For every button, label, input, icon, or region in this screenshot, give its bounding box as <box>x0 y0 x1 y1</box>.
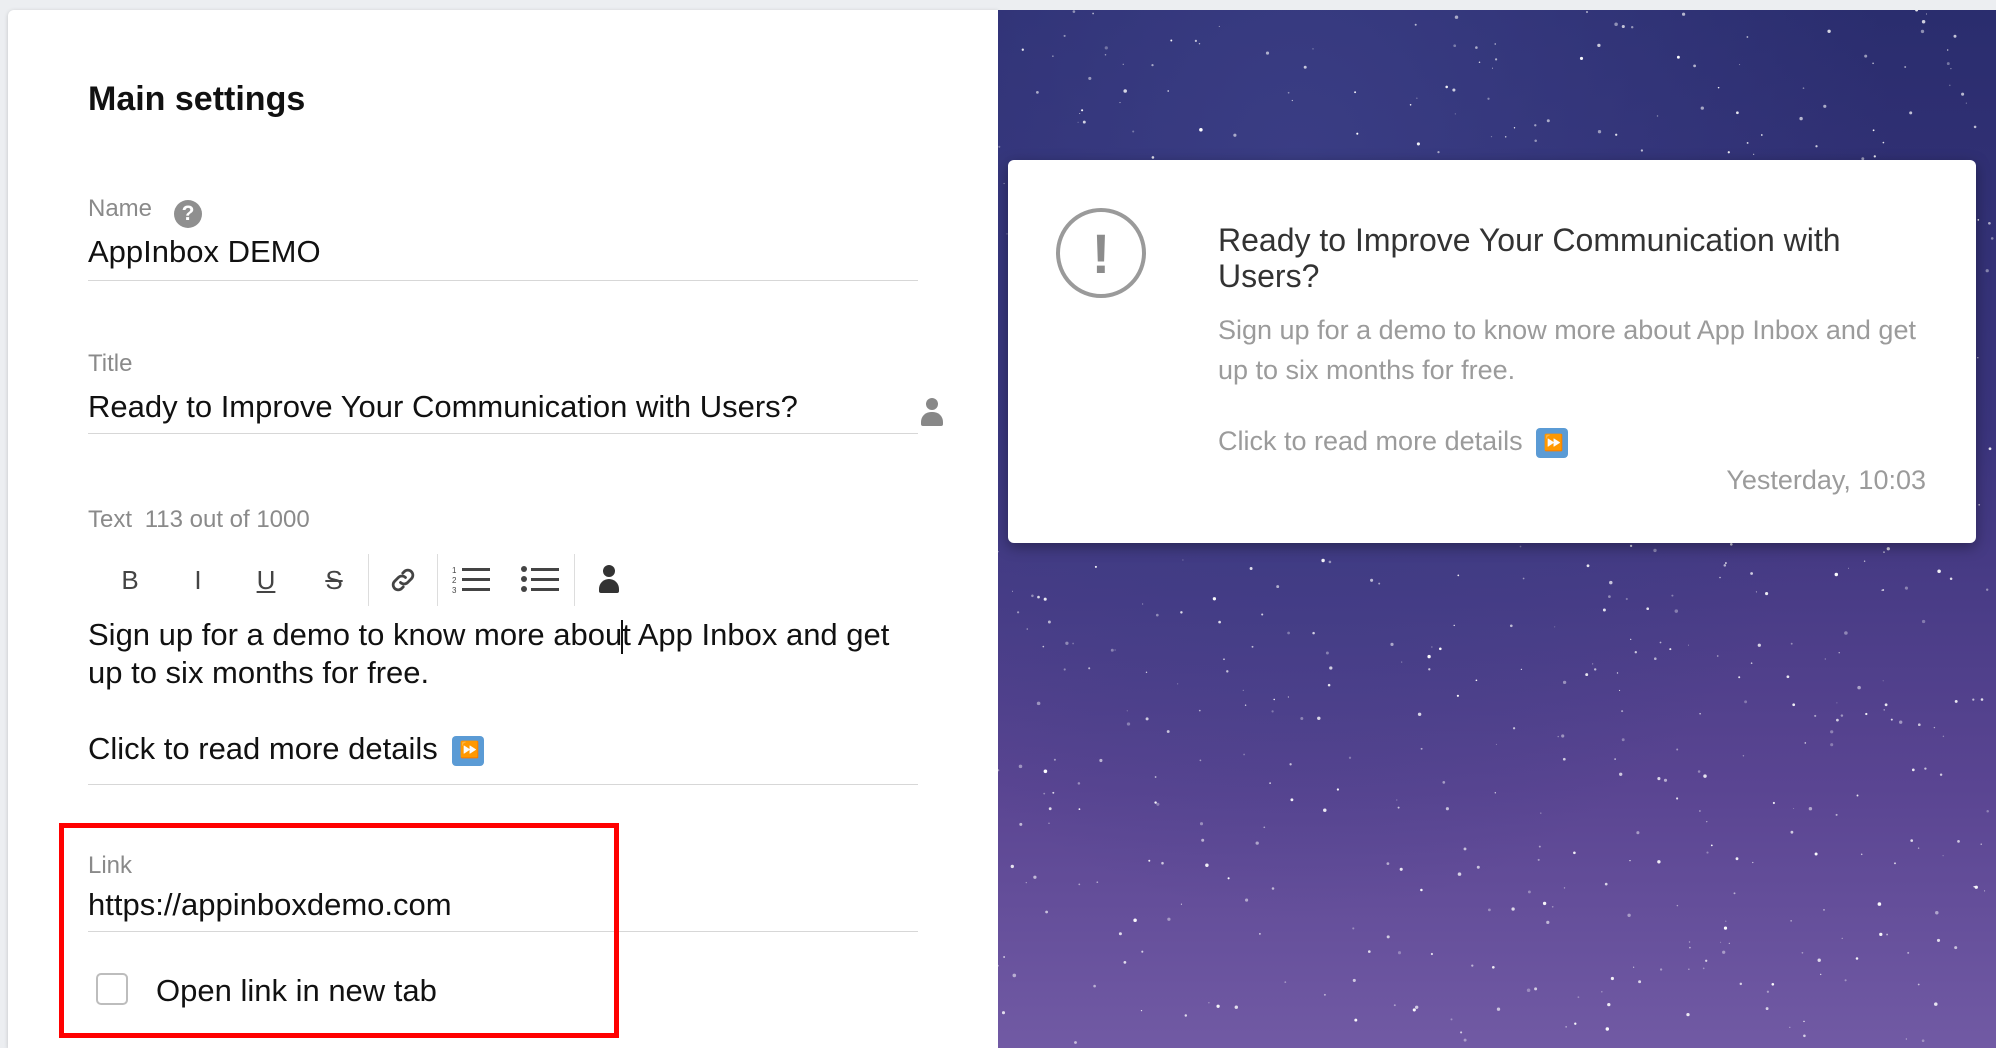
text-editor[interactable]: Sign up for a demo to know more about Ap… <box>88 616 918 785</box>
italic-button[interactable]: I <box>164 554 232 606</box>
person-icon <box>597 565 621 595</box>
text-label: Text <box>88 506 133 533</box>
name-input[interactable]: AppInbox DEMO <box>88 232 918 281</box>
svg-text:3: 3 <box>452 586 457 595</box>
title-value: Ready to Improve Your Communication with… <box>88 389 798 424</box>
name-label: Name <box>88 195 153 222</box>
notification-link[interactable]: Click to read more details ⏩ <box>1218 426 1569 458</box>
alert-icon: ! <box>1056 208 1146 298</box>
editor-paragraph: Sign up for a demo to know more about Ap… <box>88 617 890 690</box>
name-value: AppInbox DEMO <box>88 234 321 269</box>
bullet-list-icon <box>521 566 559 592</box>
bullet-list-button[interactable] <box>506 554 574 606</box>
link-icon <box>391 568 415 592</box>
help-icon[interactable]: ? <box>174 200 202 228</box>
svg-text:2: 2 <box>452 576 457 585</box>
bold-icon: B <box>121 564 139 595</box>
notification-timestamp: Yesterday, 10:03 <box>1726 465 1926 495</box>
link-button[interactable] <box>369 554 437 606</box>
page-title: Main settings <box>88 80 306 118</box>
char-counter: 113 out of 1000 <box>144 506 310 533</box>
editor-paragraph: Click to read more details ⏩ <box>88 730 918 768</box>
underline-button[interactable]: U <box>232 554 300 606</box>
preview-pane: ! Ready to Improve Your Communication wi… <box>998 10 1996 1048</box>
ordered-list-icon: 1 2 3 <box>452 566 490 595</box>
title-label: Title <box>88 350 133 377</box>
notification-text: Sign up for a demo to know more about Ap… <box>1218 315 1916 385</box>
personalization-button[interactable] <box>575 554 643 606</box>
formatting-toolbar: B I U S 1 2 3 <box>96 554 643 606</box>
text-label-row: Text 113 out of 1000 <box>88 506 310 534</box>
bold-button[interactable]: B <box>96 554 164 606</box>
title-input[interactable]: Ready to Improve Your Communication with… <box>88 385 918 434</box>
main-settings-panel: Main settings Name ? AppInbox DEMO Title… <box>8 10 998 1048</box>
underline-icon: U <box>256 564 276 595</box>
svg-text:1: 1 <box>452 566 457 575</box>
strikethrough-icon: S <box>325 564 343 595</box>
notification-title: Ready to Improve Your Communication with… <box>1218 222 1841 294</box>
strikethrough-button[interactable]: S <box>300 554 368 606</box>
fast-forward-icon: ⏩ <box>452 735 485 766</box>
fast-forward-icon: ⏩ <box>1536 427 1569 458</box>
italic-icon: I <box>194 564 202 595</box>
ordered-list-button[interactable]: 1 2 3 <box>438 554 506 606</box>
personalization-icon[interactable] <box>920 398 944 430</box>
highlight-box <box>59 823 619 1038</box>
notification-card[interactable]: ! Ready to Improve Your Communication wi… <box>1008 160 1976 543</box>
